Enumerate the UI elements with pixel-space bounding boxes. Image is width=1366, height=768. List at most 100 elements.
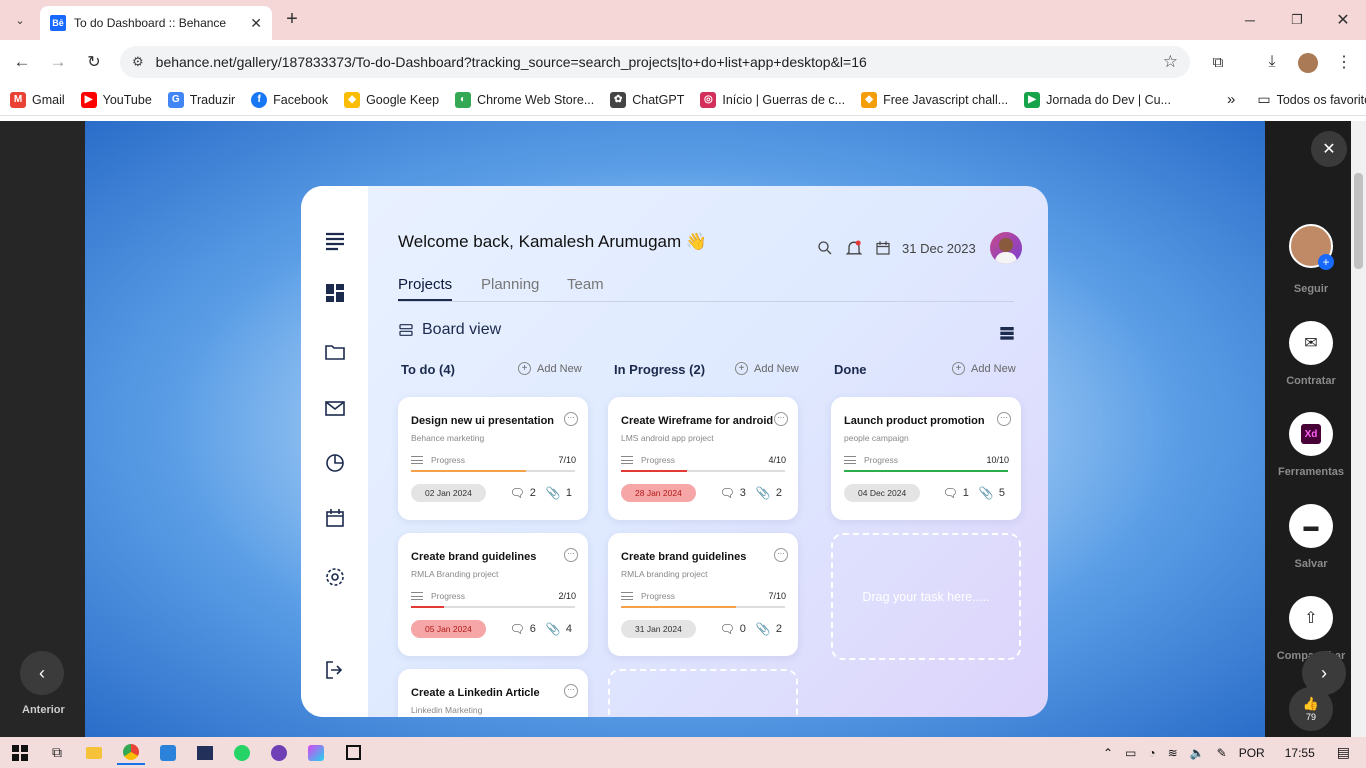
- more-options-icon[interactable]: ···: [997, 412, 1011, 426]
- wifi-icon[interactable]: ≋: [1168, 746, 1178, 760]
- due-date-pill: 28 Jan 2024: [621, 484, 696, 502]
- window-close-icon[interactable]: ✕: [1333, 10, 1353, 30]
- volume-icon[interactable]: 🔈: [1190, 746, 1205, 760]
- tab-projects[interactable]: Projects: [398, 276, 453, 301]
- forward-icon[interactable]: →: [48, 52, 68, 72]
- page-scrollbar[interactable]: [1351, 121, 1366, 737]
- task-card[interactable]: Launch product promotion people campaign ·…: [831, 397, 1021, 520]
- plus-icon: +: [952, 362, 965, 375]
- site-settings-icon[interactable]: ⚙: [132, 54, 144, 70]
- extensions-icon[interactable]: ⧉: [1208, 52, 1228, 72]
- progress-count: 2/10: [558, 591, 576, 601]
- tools-button[interactable]: Xd: [1289, 412, 1333, 456]
- save-button[interactable]: ▬: [1289, 504, 1333, 548]
- url-text[interactable]: behance.net/gallery/187833373/To-do-Dash…: [156, 54, 1163, 70]
- bookmark-gmail[interactable]: M Gmail: [10, 91, 65, 108]
- due-date-pill: 02 Jan 2024: [411, 484, 486, 502]
- share-button[interactable]: ⇧: [1289, 596, 1333, 640]
- network-icon[interactable]: ◔: [1148, 746, 1155, 760]
- minimize-icon[interactable]: ─: [1240, 10, 1260, 30]
- more-options-icon[interactable]: ···: [774, 412, 788, 426]
- mail-icon[interactable]: [323, 396, 347, 420]
- bookmark-jornada[interactable]: ▶ Jornada do Dev | Cu...: [1024, 91, 1171, 108]
- notion-icon[interactable]: [339, 741, 367, 765]
- bookmarks-overflow-icon[interactable]: »: [1227, 91, 1235, 108]
- menu-lines-icon[interactable]: [323, 229, 347, 253]
- bookmark-javascript[interactable]: ◆ Free Javascript chall...: [861, 91, 1008, 108]
- close-viewer-icon[interactable]: ✕: [1311, 131, 1347, 167]
- previous-project-button[interactable]: ‹: [20, 651, 64, 695]
- url-bar[interactable]: ⚙ behance.net/gallery/187833373/To-do-Da…: [120, 46, 1190, 78]
- bookmark-traduzir[interactable]: G Traduzir: [167, 91, 235, 108]
- more-options-icon[interactable]: ···: [564, 684, 578, 698]
- tab-team[interactable]: Team: [567, 276, 604, 293]
- search-icon[interactable]: [816, 239, 834, 257]
- scroll-thumb[interactable]: [1354, 173, 1363, 269]
- pen-icon[interactable]: ✎: [1217, 746, 1227, 760]
- bookmark-google-keep[interactable]: ◆ Google Keep: [344, 91, 439, 108]
- clock[interactable]: 17:55: [1285, 746, 1315, 760]
- bookmark-chatgpt[interactable]: ✿ ChatGPT: [610, 91, 684, 108]
- menu-icon[interactable]: ⋮: [1334, 52, 1354, 72]
- bell-icon[interactable]: [844, 238, 864, 258]
- bookmark-guerras[interactable]: ◎ Início | Guerras de c...: [700, 91, 845, 108]
- folder-icon[interactable]: [323, 340, 347, 364]
- follow-label[interactable]: Seguir: [1267, 283, 1355, 295]
- tab-planning[interactable]: Planning: [481, 276, 539, 293]
- tab-close-icon[interactable]: ✕: [250, 15, 262, 32]
- windows-start-icon[interactable]: [6, 741, 34, 765]
- download-icon[interactable]: ⤓: [1262, 52, 1282, 72]
- drop-zone-empty[interactable]: [608, 669, 798, 717]
- pie-chart-icon[interactable]: [323, 451, 347, 475]
- logout-icon[interactable]: [323, 658, 347, 682]
- task-card[interactable]: Design new ui presentation Behance market…: [398, 397, 588, 520]
- bookmark-facebook[interactable]: f Facebook: [251, 91, 328, 108]
- github-icon[interactable]: [265, 741, 293, 765]
- bookmark-star-icon[interactable]: ☆: [1163, 52, 1178, 72]
- bookmark-label: Gmail: [32, 92, 65, 107]
- back-icon[interactable]: ←: [12, 52, 32, 72]
- new-tab-icon[interactable]: +: [282, 8, 302, 30]
- behance-page-background: [0, 121, 85, 737]
- bookmark-chrome-web-store[interactable]: ◐ Chrome Web Store...: [455, 91, 594, 108]
- battery-icon[interactable]: ▭: [1125, 746, 1136, 760]
- dashboard-icon[interactable]: [323, 281, 347, 305]
- more-options-icon[interactable]: ···: [564, 412, 578, 426]
- restore-icon[interactable]: ❐: [1287, 10, 1307, 30]
- vscode-icon[interactable]: [154, 741, 182, 765]
- profile-avatar[interactable]: [1298, 53, 1318, 73]
- drop-zone[interactable]: Drag your task here.....: [831, 533, 1021, 660]
- task-card[interactable]: Create a Linkedin Article Linkedin Market…: [398, 669, 588, 717]
- settings-icon[interactable]: [323, 565, 347, 589]
- chevron-up-icon[interactable]: ⌃: [1103, 746, 1113, 760]
- task-view-icon[interactable]: ⧉: [43, 741, 71, 765]
- all-bookmarks[interactable]: ▭ Todos os favoritos: [1257, 91, 1366, 108]
- next-project-button[interactable]: ›: [1302, 651, 1346, 695]
- more-options-icon[interactable]: ···: [774, 548, 788, 562]
- follow-plus-icon[interactable]: +: [1318, 254, 1334, 270]
- more-options-icon[interactable]: ···: [564, 548, 578, 562]
- task-card[interactable]: Create brand guidelines RMLA branding pro…: [608, 533, 798, 656]
- list-view-icon[interactable]: [999, 325, 1015, 341]
- add-new-todo-button[interactable]: + Add New: [518, 362, 582, 375]
- bookmark-youtube[interactable]: ▶ YouTube: [80, 91, 152, 108]
- whatsapp-icon[interactable]: [228, 741, 256, 765]
- add-new-done-button[interactable]: + Add New: [952, 362, 1016, 375]
- calendar-icon[interactable]: [323, 506, 347, 530]
- notifications-icon[interactable]: ▤: [1337, 744, 1350, 761]
- language-indicator[interactable]: POR: [1239, 746, 1265, 760]
- calendar-small-icon[interactable]: [874, 239, 892, 257]
- browser-tab[interactable]: Bē To do Dashboard :: Behance ✕: [40, 6, 272, 40]
- add-new-inprogress-button[interactable]: + Add New: [735, 362, 799, 375]
- devtools-icon[interactable]: [191, 741, 219, 765]
- hire-button[interactable]: ✉: [1289, 321, 1333, 365]
- task-card[interactable]: Create brand guidelines RMLA Branding pro…: [398, 533, 588, 656]
- app-icon[interactable]: [302, 741, 330, 765]
- task-card[interactable]: Create Wireframe for android LMS android …: [608, 397, 798, 520]
- user-avatar[interactable]: [989, 232, 1022, 264]
- reload-icon[interactable]: ↻: [84, 52, 104, 72]
- chrome-icon[interactable]: [117, 741, 145, 765]
- all-bookmarks-label: Todos os favoritos: [1276, 92, 1366, 107]
- tab-search-icon[interactable]: ⌄: [10, 10, 30, 30]
- file-explorer-icon[interactable]: [80, 741, 108, 765]
